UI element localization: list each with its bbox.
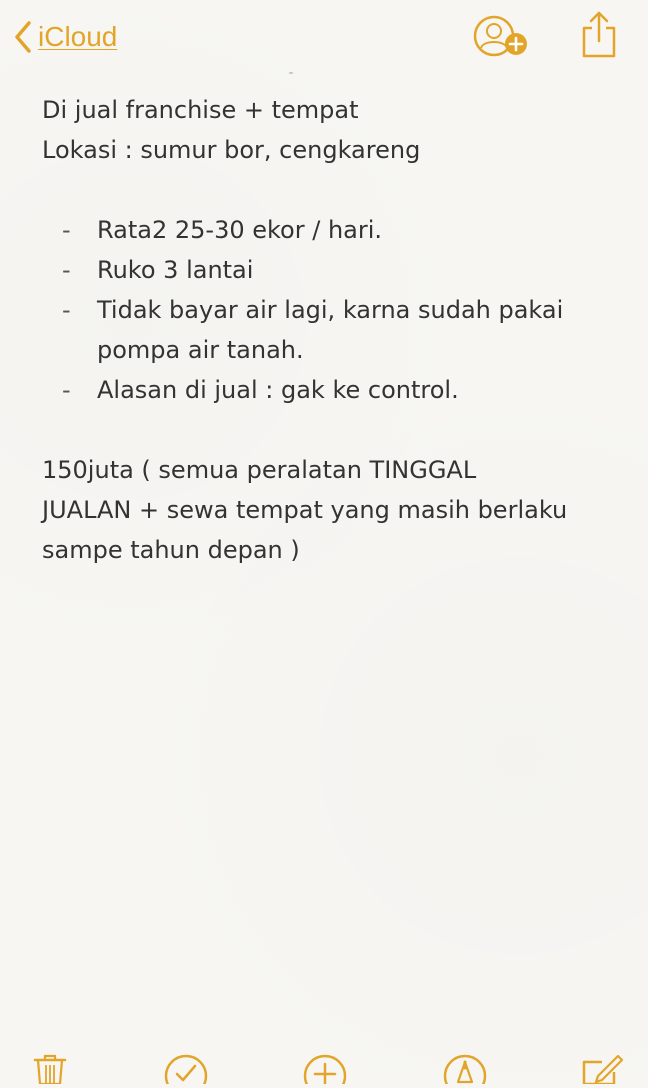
back-label: iCloud — [38, 21, 118, 52]
list-item-text: Rata2 25-30 ekor / hari. — [97, 216, 383, 244]
back-button[interactable]: iCloud — [14, 16, 117, 58]
chevron-left-icon — [14, 20, 32, 54]
note-line-price: JUALAN + sewa tempat yang masih berlaku — [42, 496, 568, 524]
add-attachment-button[interactable] — [303, 1054, 347, 1088]
scroll-indicator — [289, 72, 293, 74]
list-item: - Tidak bayar air lagi, karna sudah paka… — [42, 290, 622, 370]
note-line-price: sampe tahun depan ) — [42, 536, 300, 564]
bullet-marker: - — [62, 296, 71, 324]
markup-button[interactable] — [443, 1054, 487, 1088]
markup-icon — [443, 1054, 487, 1088]
share-button[interactable] — [578, 10, 620, 60]
compose-button[interactable] — [580, 1054, 624, 1088]
add-icon — [303, 1054, 347, 1088]
list-item: - Alasan di jual : gak ke control. — [42, 370, 622, 410]
list-item: - Rata2 25-30 ekor / hari. — [42, 210, 622, 250]
add-person-icon — [472, 15, 532, 64]
note-line-price: 150juta ( semua peralatan TINGGAL — [42, 456, 477, 484]
checklist-button[interactable] — [164, 1054, 208, 1088]
bottom-toolbar — [0, 1050, 648, 1088]
bullet-marker: - — [62, 376, 71, 404]
list-item-text: Alasan di jual : gak ke control. — [97, 376, 459, 404]
list-item-text: Ruko 3 lantai — [97, 256, 254, 284]
bullet-list: - Rata2 25-30 ekor / hari. - Ruko 3 lant… — [42, 210, 622, 410]
add-people-button[interactable] — [472, 14, 532, 60]
compose-icon — [580, 1054, 624, 1088]
list-item-text: Tidak bayar air lagi, karna sudah pakai … — [97, 296, 564, 364]
trash-icon — [32, 1054, 68, 1088]
note-body[interactable]: Di jual franchise + tempat Lokasi : sumu… — [42, 90, 622, 570]
share-icon — [578, 11, 620, 64]
navigation-bar: iCloud — [0, 0, 648, 80]
note-line-title: Di jual franchise + tempat — [42, 96, 359, 124]
checklist-icon — [164, 1054, 208, 1088]
bullet-marker: - — [62, 216, 71, 244]
list-item: - Ruko 3 lantai — [42, 250, 622, 290]
delete-button[interactable] — [32, 1054, 68, 1088]
note-line-location: Lokasi : sumur bor, cengkareng — [42, 136, 421, 164]
bullet-marker: - — [62, 256, 71, 284]
